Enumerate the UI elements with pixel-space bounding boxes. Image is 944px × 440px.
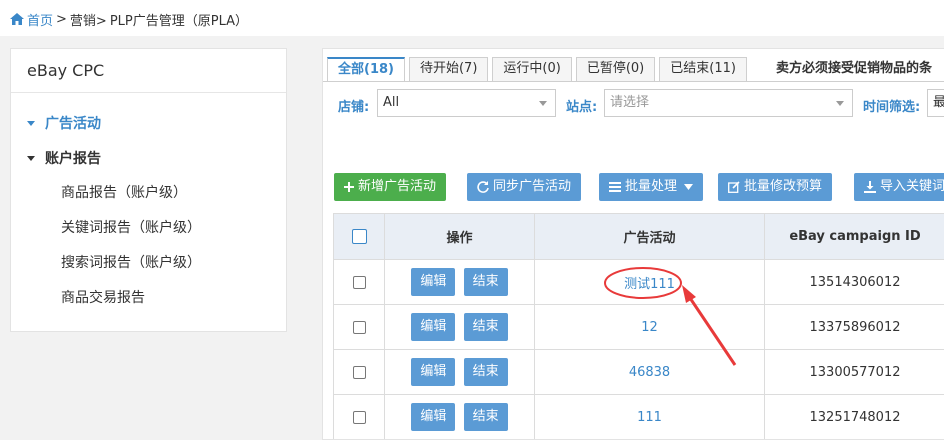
sidebar-item-account-reports[interactable]: 账户报告	[27, 148, 101, 168]
caret-down-icon	[27, 155, 35, 161]
tab-divider	[323, 81, 944, 82]
sidebar-subitem-transaction-report[interactable]: 商品交易报告	[61, 287, 145, 307]
import-keywords-label: 导入关键词	[880, 179, 944, 194]
caret-down-icon	[684, 173, 694, 201]
table-row: 编辑 结束 12 13375896012	[333, 304, 944, 350]
plus-icon	[344, 182, 354, 192]
edit-button[interactable]: 编辑	[411, 403, 456, 431]
home-icon	[10, 13, 24, 25]
row-checkbox[interactable]	[352, 275, 366, 289]
campaign-id-cell: 13375896012	[764, 304, 944, 350]
row-checkbox[interactable]	[352, 320, 366, 334]
annotation-arrow	[604, 266, 737, 366]
sidebar-item-campaigns[interactable]: 广告活动	[27, 113, 101, 133]
breadcrumb-separator: >	[56, 11, 67, 27]
row-checkbox[interactable]	[352, 410, 366, 424]
status-tabs: 全部(18) 待开始(7) 运行中(0) 已暂停(0) 已结束(11)	[327, 57, 751, 81]
campaign-link[interactable]: 测试111	[624, 277, 675, 292]
edit-button[interactable]: 编辑	[411, 358, 456, 386]
batch-process-button[interactable]: 批量处理	[599, 173, 704, 201]
download-icon	[864, 181, 876, 193]
add-campaign-button[interactable]: 新增广告活动	[334, 173, 447, 201]
end-button[interactable]: 结束	[463, 358, 508, 386]
table-header-row: 操作 广告活动 eBay campaign ID	[333, 213, 944, 260]
sidebar-item-label: 广告活动	[45, 116, 101, 132]
table-row: 编辑 结束 111 13251748012	[333, 394, 944, 439]
table-row: 编辑 结束 46838 13300577012	[333, 349, 944, 395]
tab-all[interactable]: 全部(18)	[327, 57, 405, 81]
sidebar-subitem-product-report[interactable]: 商品报告（账户级）	[61, 182, 187, 202]
campaign-link[interactable]: 12	[641, 320, 658, 335]
breadcrumb-current: PLP广告管理（原PLA）	[109, 13, 249, 29]
end-button[interactable]: 结束	[463, 268, 508, 296]
list-icon	[609, 182, 621, 192]
sidebar-subitem-search-term-report[interactable]: 搜索词报告（账户级）	[61, 252, 201, 272]
shop-select-value: All	[383, 95, 400, 110]
batch-process-label: 批量处理	[625, 179, 678, 194]
tab-running[interactable]: 运行中(0)	[492, 57, 572, 81]
breadcrumb-marketing[interactable]: 营销>	[70, 10, 107, 29]
row-checkbox[interactable]	[352, 365, 366, 379]
main-panel: 全部(18) 待开始(7) 运行中(0) 已暂停(0) 已结束(11) 卖方必须…	[322, 48, 944, 440]
campaign-link[interactable]: 111	[637, 410, 662, 425]
time-filter-label: 时间筛选:	[863, 100, 921, 115]
sidebar: eBay CPC 广告活动 账户报告 商品报告（账户级） 关键词报告（账户级） …	[10, 48, 287, 332]
campaign-id-cell: 13514306012	[764, 259, 944, 305]
end-button[interactable]: 结束	[463, 403, 508, 431]
tab-paused[interactable]: 已暂停(0)	[575, 57, 656, 81]
chevron-down-icon	[539, 101, 547, 106]
seller-notice: 卖方必须接受促销物品的条	[776, 61, 933, 76]
annotated-campaign: 测试111	[604, 266, 737, 366]
table-row: 编辑 结束 测试111 13514306012	[333, 259, 944, 366]
site-select[interactable]: 请选择	[604, 89, 853, 117]
site-filter-label: 站点:	[566, 100, 598, 115]
chevron-down-icon	[836, 101, 844, 106]
edit-button[interactable]: 编辑	[411, 313, 456, 341]
import-keywords-button[interactable]: 导入关键词	[854, 173, 944, 201]
edit-icon	[728, 181, 740, 193]
refresh-icon	[477, 181, 489, 193]
batch-edit-budget-label: 批量修改预算	[744, 179, 823, 194]
shop-filter-label: 店铺:	[338, 100, 370, 115]
campaign-link[interactable]: 46838	[629, 365, 670, 380]
batch-edit-budget-button[interactable]: 批量修改预算	[718, 173, 833, 201]
edit-button[interactable]: 编辑	[411, 268, 456, 296]
tab-pending[interactable]: 待开始(7)	[408, 57, 489, 81]
sidebar-item-label: 账户报告	[45, 151, 101, 167]
sidebar-title: eBay CPC	[11, 49, 286, 93]
end-button[interactable]: 结束	[463, 313, 508, 341]
breadcrumb-home-label: 首页	[27, 13, 54, 29]
campaign-id-cell: 13251748012	[764, 394, 944, 439]
column-header-campaign: 广告活动	[534, 213, 765, 260]
campaign-table: 操作 广告活动 eBay campaign ID 编辑 结束 测试111 135…	[333, 213, 944, 439]
breadcrumb-home-link[interactable]: 首页	[10, 10, 53, 29]
time-filter-value: 最	[933, 95, 944, 110]
column-header-operation: 操作	[384, 213, 535, 260]
select-all-checkbox[interactable]	[351, 229, 367, 244]
caret-down-icon	[27, 120, 35, 126]
select-all-cell	[333, 213, 385, 260]
column-header-campaign-id: eBay campaign ID	[764, 213, 944, 260]
sidebar-subitem-keyword-report[interactable]: 关键词报告（账户级）	[61, 217, 201, 237]
shop-select[interactable]: All	[377, 89, 556, 117]
sync-campaign-button[interactable]: 同步广告活动	[467, 173, 582, 201]
campaign-id-cell: 13300577012	[764, 349, 944, 395]
tab-ended[interactable]: 已结束(11)	[659, 57, 747, 81]
breadcrumb: 首页 > 营销> PLP广告管理（原PLA）	[10, 9, 248, 29]
site-select-placeholder: 请选择	[610, 95, 650, 110]
time-filter-select[interactable]: 最	[927, 89, 944, 117]
add-campaign-label: 新增广告活动	[358, 179, 437, 194]
sync-campaign-label: 同步广告活动	[493, 179, 572, 194]
